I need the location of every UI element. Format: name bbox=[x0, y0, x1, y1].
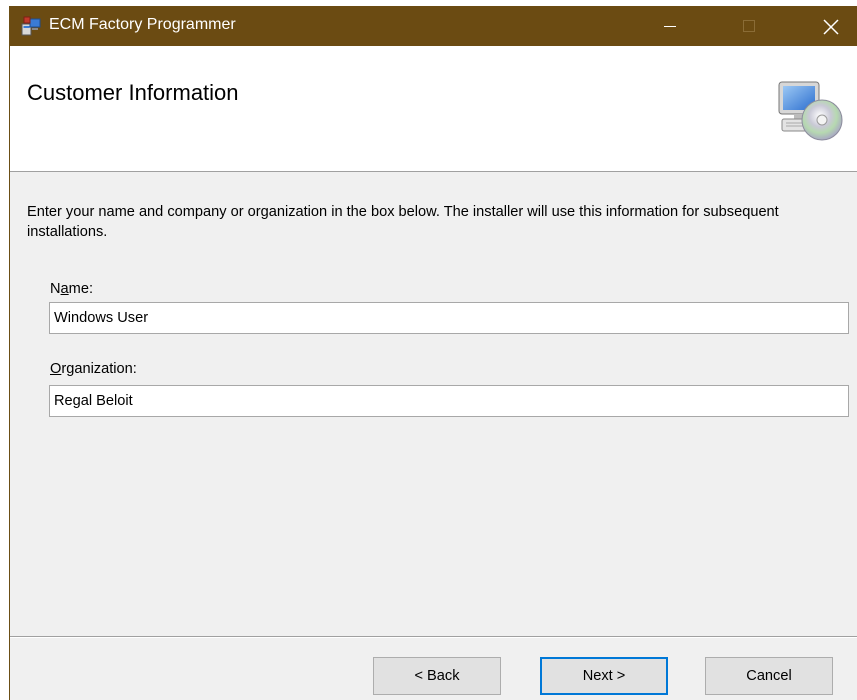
maximize-icon bbox=[743, 20, 755, 32]
close-icon bbox=[823, 19, 839, 35]
organization-accelerator: O bbox=[50, 361, 62, 377]
window-title: ECM Factory Programmer bbox=[49, 16, 236, 33]
close-button[interactable] bbox=[804, 6, 857, 46]
title-bar[interactable]: ECM Factory Programmer bbox=[10, 6, 857, 46]
name-label: Name: bbox=[50, 281, 93, 297]
next-button[interactable]: Next > bbox=[540, 657, 668, 695]
footer-divider bbox=[10, 636, 857, 638]
page-title: Customer Information bbox=[27, 80, 239, 105]
installer-window: ECM Factory Programmer Customer Informat… bbox=[9, 6, 857, 700]
cancel-button[interactable]: Cancel bbox=[705, 657, 833, 695]
name-input[interactable] bbox=[49, 302, 849, 334]
minimize-button[interactable] bbox=[644, 6, 698, 46]
minimize-icon bbox=[664, 26, 676, 27]
instructions-text: Enter your name and company or organizat… bbox=[27, 204, 779, 240]
header-banner: Customer Information bbox=[10, 46, 857, 172]
back-button[interactable]: < Back bbox=[373, 657, 501, 695]
name-accelerator: a bbox=[60, 281, 69, 297]
organization-label: Organization: bbox=[50, 361, 137, 377]
organization-input[interactable] bbox=[49, 385, 849, 417]
installer-icon bbox=[21, 16, 41, 36]
computer-with-disc-icon bbox=[778, 81, 843, 141]
maximize-button[interactable] bbox=[722, 6, 776, 46]
